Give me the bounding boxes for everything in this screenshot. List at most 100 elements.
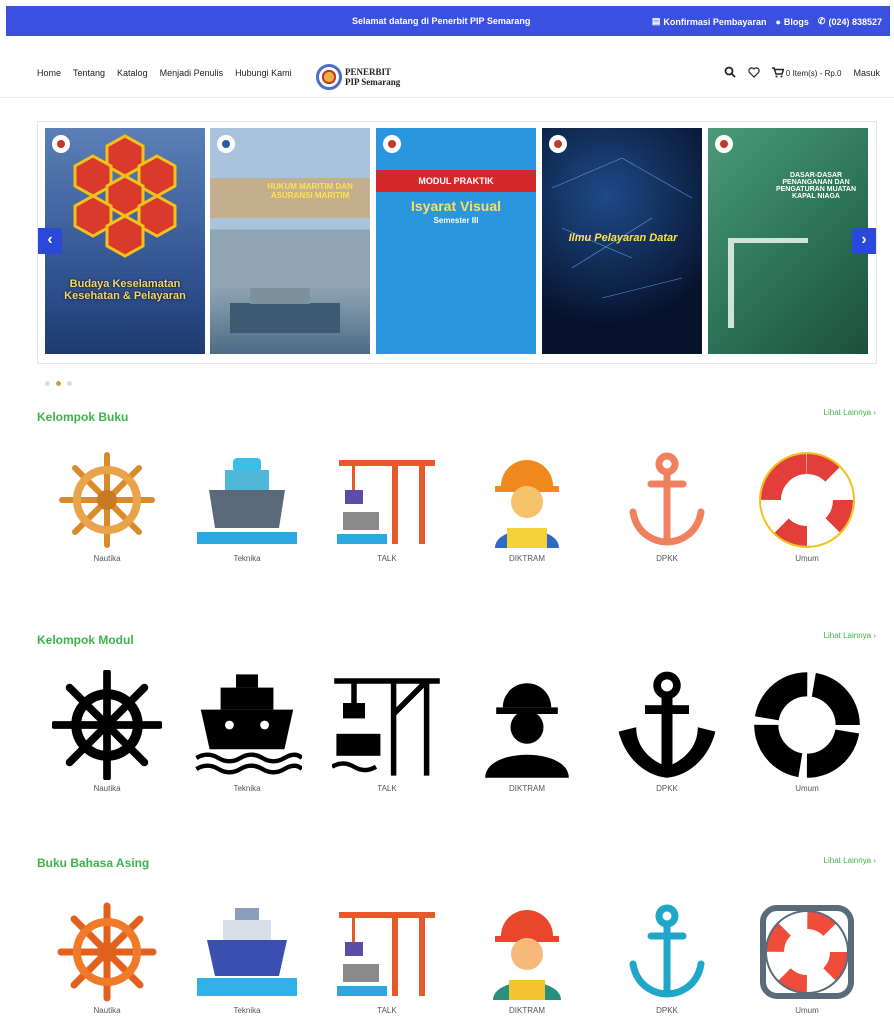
- anchor-icon: [629, 452, 705, 546]
- book-cover[interactable]: HUKUM MARITIM DAN ASURANSI MARITIM: [210, 128, 370, 354]
- slider-next-button[interactable]: ›: [852, 228, 876, 254]
- category-teknika[interactable]: Teknika: [177, 902, 317, 1015]
- book-title: MODUL PRAKTIK: [418, 176, 494, 186]
- ship-icon: [197, 908, 297, 996]
- section-title: Kelompok Buku: [37, 410, 129, 424]
- category-label: TALK: [377, 554, 397, 563]
- nav-tentang[interactable]: Tentang: [73, 68, 105, 78]
- nav-menu: Home Tentang Katalog Menjadi Penulis Hub…: [37, 68, 292, 78]
- category-row: Nautika Teknika TALK DIKTRAM DPKK Umum: [37, 670, 877, 793]
- logo-line-1: PENERBIT: [345, 67, 392, 77]
- lifebuoy-icon: [760, 905, 854, 999]
- logo-illustration: [376, 135, 536, 192]
- nav-actions: 0 Item(s) - Rp.0 Masuk: [724, 66, 880, 80]
- see-more-link[interactable]: Lihat Lainnya ›: [824, 856, 876, 865]
- lifebuoy-icon: [753, 671, 861, 779]
- category-teknika[interactable]: Teknika: [177, 450, 317, 563]
- category-row: Nautika Teknika TALK DIKTRAM DPKK Umum: [37, 902, 877, 1015]
- category-label: DPKK: [656, 784, 678, 793]
- top-links: ▤ Konfirmasi Pembayaran ● Blogs ✆ (024) 838…: [652, 16, 882, 27]
- ship-wheel-icon: [52, 670, 162, 780]
- category-talk[interactable]: TALK: [317, 902, 457, 1015]
- category-label: Nautika: [93, 784, 121, 793]
- comments-icon: ●: [775, 16, 781, 27]
- category-talk[interactable]: TALK: [317, 450, 457, 563]
- slider-prev-button[interactable]: ‹: [38, 228, 62, 254]
- port-crane-icon: [337, 912, 435, 996]
- anchor-icon: [629, 904, 705, 998]
- login-link[interactable]: Masuk: [853, 68, 880, 78]
- category-dpkk[interactable]: DPKK: [597, 902, 737, 1015]
- search-icon[interactable]: [724, 66, 736, 80]
- book-cover[interactable]: DASAR-DASAR PENANGANAN DAN PENGATURAN MU…: [708, 128, 868, 354]
- category-label: Umum: [795, 554, 819, 563]
- category-label: DIKTRAM: [509, 784, 545, 793]
- nav-hubungi-kami[interactable]: Hubungi Kami: [235, 68, 292, 78]
- category-umum[interactable]: Umum: [737, 450, 877, 563]
- logo-seal-icon: [316, 64, 342, 90]
- welcome-text: Selamat datang di Penerbit PIP Semarang: [352, 16, 531, 26]
- site-logo[interactable]: PENERBIT PIP Semarang: [316, 64, 400, 90]
- ship-wheel-icon: [59, 452, 155, 548]
- book-title: DASAR-DASAR PENANGANAN DAN PENGATURAN MU…: [775, 172, 857, 200]
- nav-home[interactable]: Home: [37, 68, 61, 78]
- heart-icon[interactable]: [748, 66, 760, 80]
- phone-icon: ✆: [817, 16, 826, 26]
- section-title: Kelompok Modul: [37, 633, 134, 647]
- category-dpkk[interactable]: DPKK: [597, 450, 737, 563]
- book-title: HUKUM MARITIM DAN ASURANSI MARITIM: [267, 182, 353, 200]
- book-cover[interactable]: MODUL PRAKTIK Isyarat Visual Semester II…: [376, 128, 536, 354]
- worker-icon: [485, 683, 569, 778]
- category-label: Teknika: [233, 554, 261, 563]
- category-talk[interactable]: TALK: [317, 670, 457, 793]
- chevron-right-icon: ›: [861, 231, 867, 248]
- worker-icon: [493, 910, 561, 1000]
- safety-hexagons-illustration: [52, 134, 177, 258]
- confirm-payment-link[interactable]: ▤ Konfirmasi Pembayaran: [652, 16, 767, 27]
- section-title: Buku Bahasa Asing: [37, 856, 150, 870]
- category-dpkk[interactable]: DPKK: [597, 670, 737, 793]
- category-label: DIKTRAM: [509, 554, 545, 563]
- category-nautika[interactable]: Nautika: [37, 670, 177, 793]
- slider-dot-active[interactable]: [56, 381, 61, 386]
- slider-dot[interactable]: [45, 381, 50, 386]
- book-cover[interactable]: Budaya Keselamatan Kesehatan & Pelayaran: [45, 128, 205, 354]
- anchor-icon: [618, 671, 716, 778]
- phone-link[interactable]: ✆ (024) 838527: [818, 16, 882, 27]
- category-label: Umum: [795, 1006, 819, 1015]
- cart-icon: [771, 66, 785, 80]
- see-more-link[interactable]: Lihat Lainnya ›: [824, 408, 876, 417]
- port-crane-illustration: [715, 135, 808, 328]
- category-diktram[interactable]: DIKTRAM: [457, 670, 597, 793]
- cart-button[interactable]: 0 Item(s) - Rp.0: [771, 66, 841, 80]
- category-umum[interactable]: Umum: [737, 902, 877, 1015]
- slider-dot[interactable]: [67, 381, 72, 386]
- category-label: Umum: [795, 784, 819, 793]
- ship-wheel-icon: [57, 902, 157, 1002]
- chevron-left-icon: ‹: [47, 231, 53, 248]
- see-more-link[interactable]: Lihat Lainnya ›: [824, 631, 876, 640]
- book-title: Ilmu Pelayaran Datar: [568, 232, 678, 244]
- category-row: Nautika Teknika TALK DIKTRAM DPKK Umum: [37, 450, 877, 563]
- ship-icon: [195, 674, 302, 775]
- category-label: Teknika: [233, 1006, 261, 1015]
- category-diktram[interactable]: DIKTRAM: [457, 450, 597, 563]
- category-nautika[interactable]: Nautika: [37, 902, 177, 1015]
- nav-menjadi-penulis[interactable]: Menjadi Penulis: [160, 68, 224, 78]
- category-teknika[interactable]: Teknika: [177, 670, 317, 793]
- category-label: Nautika: [93, 1006, 121, 1015]
- category-diktram[interactable]: DIKTRAM: [457, 902, 597, 1015]
- port-crane-icon: [337, 460, 435, 544]
- logo-line-2: PIP Semarang: [345, 77, 401, 87]
- ship-icon: [197, 458, 297, 544]
- port-crane-icon: [332, 678, 440, 776]
- category-label: TALK: [377, 784, 397, 793]
- book-cover[interactable]: Ilmu Pelayaran Datar: [542, 128, 702, 354]
- category-umum[interactable]: Umum: [737, 670, 877, 793]
- blogs-link[interactable]: ● Blogs: [775, 16, 808, 27]
- worker-icon: [495, 460, 559, 548]
- nav-katalog[interactable]: Katalog: [117, 68, 148, 78]
- category-label: DIKTRAM: [509, 1006, 545, 1015]
- calendar-icon: ▤: [651, 16, 661, 26]
- category-nautika[interactable]: Nautika: [37, 450, 177, 563]
